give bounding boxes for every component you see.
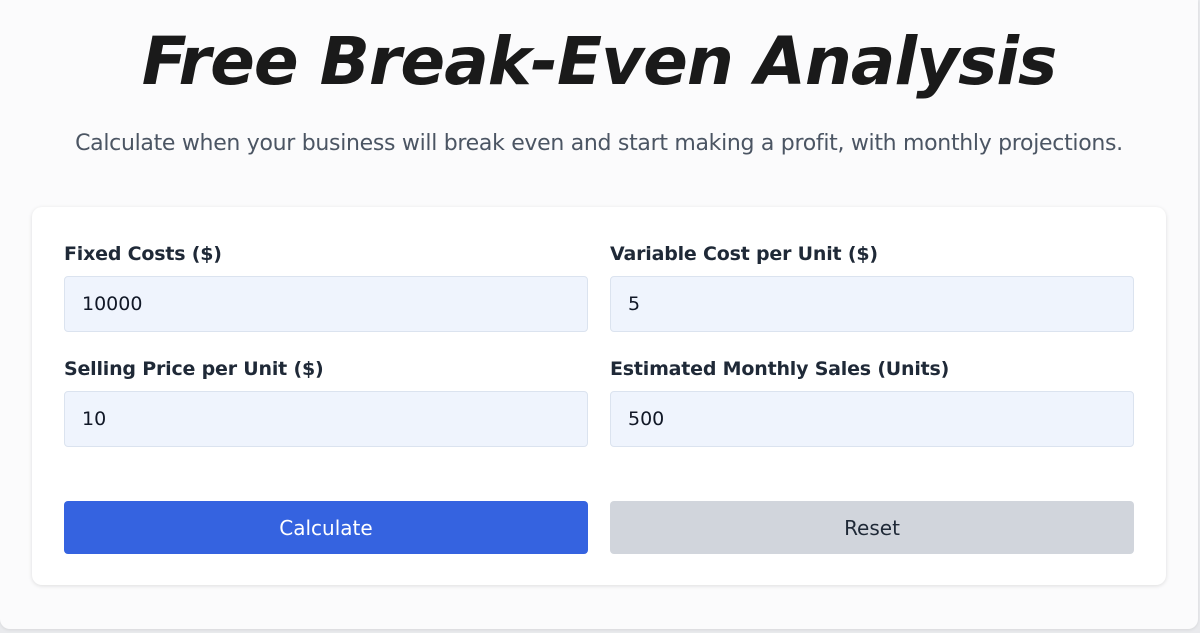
calculator-card: Fixed Costs ($) Variable Cost per Unit (…: [32, 207, 1166, 585]
variable-cost-label: Variable Cost per Unit ($): [610, 243, 878, 265]
selling-price-input[interactable]: [64, 391, 588, 447]
page-title: Free Break-Even Analysis: [141, 23, 1058, 100]
calculate-button[interactable]: Calculate: [64, 501, 588, 554]
variable-cost-input[interactable]: [610, 276, 1134, 332]
fixed-costs-input[interactable]: [64, 276, 588, 332]
page-background: Free Break-Even Analysis Calculate when …: [0, 0, 1198, 629]
page-subtitle: Calculate when your business will break …: [75, 131, 1123, 156]
monthly-sales-input[interactable]: [610, 391, 1134, 447]
fixed-costs-label: Fixed Costs ($): [64, 243, 222, 265]
reset-button[interactable]: Reset: [610, 501, 1134, 554]
selling-price-label: Selling Price per Unit ($): [64, 358, 324, 380]
monthly-sales-label: Estimated Monthly Sales (Units): [610, 358, 950, 380]
